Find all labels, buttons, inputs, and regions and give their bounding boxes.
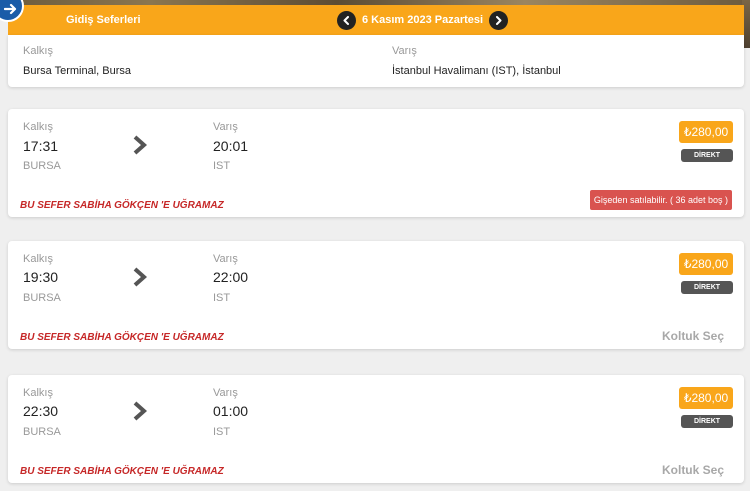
route-warning: BU SEFER SABİHA GÖKÇEN 'E UĞRAMAZ [20,200,224,211]
destination-label: Varış [392,45,417,57]
route-warning: BU SEFER SABİHA GÖKÇEN 'E UĞRAMAZ [20,332,224,343]
previous-day-button[interactable] [337,10,356,30]
arrow-right-icon [4,3,17,15]
arrival-time: 01:00 [213,403,249,419]
origin: Kalkış Bursa Terminal, Bursa [23,45,131,77]
direct-badge: DİREKT [681,281,733,294]
origin-label: Kalkış [23,45,53,57]
chevron-right-icon [133,401,148,421]
trip-card[interactable]: Kalkış 19:30 BURSA Varış 22:00 IST ₺280,… [8,241,744,349]
arrival-label: Varış [213,253,238,265]
price-badge: ₺280,00 [679,253,733,275]
route-warning: BU SEFER SABİHA GÖKÇEN 'E UĞRAMAZ [20,466,224,477]
departure-label: Kalkış [23,253,53,265]
direct-badge: DİREKT [681,415,733,428]
arrival-code: IST [213,292,231,304]
direct-badge: DİREKT [681,149,733,162]
counter-sale-badge: Gişeden satılabilir. ( 36 adet boş ) [589,190,732,210]
arrival-time: 22:00 [213,269,249,285]
destination-value: İstanbul Havalimanı (IST), İstanbul [392,65,561,77]
select-seat-button[interactable]: Koltuk Seç [662,463,724,477]
chevron-right-icon [133,267,148,287]
arrival-label: Varış [213,387,238,399]
arrival-time: 20:01 [213,138,249,154]
departure-label: Kalkış [23,121,53,133]
price-badge: ₺280,00 [679,387,733,409]
page-title: Gidiş Seferleri [66,14,141,26]
chevron-right-icon [133,135,148,155]
trip-header: Gidiş Seferleri 6 Kasım 2023 Pazartesi [8,5,744,35]
trip-card[interactable]: Kalkış 17:31 BURSA Varış 20:01 IST ₺280,… [8,109,744,217]
arrival-code: IST [213,160,231,172]
origin-value: Bursa Terminal, Bursa [23,65,132,77]
price-badge: ₺280,00 [679,121,733,143]
chevron-left-icon [343,15,349,25]
arrival-code: IST [213,426,231,438]
select-seat-button[interactable]: Koltuk Seç [662,329,724,343]
departure-time: 22:30 [23,403,59,419]
departure-code: BURSA [23,160,61,172]
departure-time: 19:30 [23,269,59,285]
chevron-right-icon [496,15,502,25]
date-navigator: 6 Kasım 2023 Pazartesi [337,9,509,31]
departure-time: 17:31 [23,138,59,154]
departure-code: BURSA [23,426,61,438]
route-summary: Kalkış Bursa Terminal, Bursa Varış İstan… [8,35,744,87]
departure-label: Kalkış [23,387,53,399]
selected-date: 6 Kasım 2023 Pazartesi [362,14,484,26]
departure-code: BURSA [23,292,61,304]
next-day-button[interactable] [489,10,509,30]
destination: Varış İstanbul Havalimanı (IST), İstanbu… [392,45,561,77]
arrival-label: Varış [213,121,238,133]
trip-card[interactable]: Kalkış 22:30 BURSA Varış 01:00 IST ₺280,… [8,375,744,483]
